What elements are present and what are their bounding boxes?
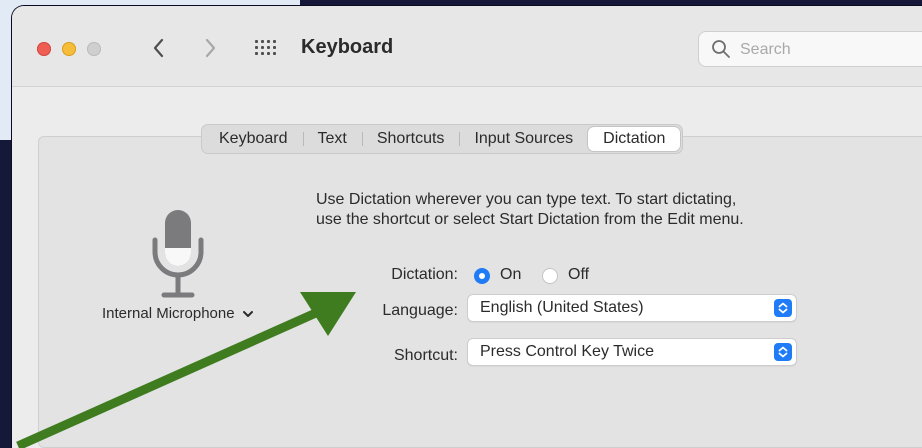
shortcut-value: Press Control Key Twice [480, 343, 654, 360]
minimize-button[interactable] [62, 42, 76, 56]
popup-stepper-icon [774, 299, 792, 317]
dictation-label: Dictation: [391, 266, 458, 283]
shortcut-popup[interactable]: Press Control Key Twice [467, 338, 797, 366]
tab-keyboard[interactable]: Keyboard [204, 127, 303, 151]
dictation-description: Use Dictation wherever you can type text… [316, 190, 876, 230]
dictation-off-radio[interactable] [542, 268, 558, 284]
popup-stepper-icon [774, 343, 792, 361]
shortcut-label: Shortcut: [393, 347, 458, 364]
chevron-left-icon [153, 38, 164, 58]
search-field[interactable]: Search [698, 31, 922, 67]
forward-button[interactable] [199, 34, 221, 62]
dictation-on-radio[interactable] [474, 268, 490, 284]
microphone-source-popup[interactable]: Internal Microphone [102, 305, 254, 322]
search-placeholder: Search [740, 41, 791, 58]
language-value: English (United States) [480, 299, 644, 316]
close-button[interactable] [37, 42, 51, 56]
description-line-2: use the shortcut or select Start Dictati… [316, 211, 744, 228]
microphone-source-label: Internal Microphone [102, 305, 235, 322]
language-popup[interactable]: English (United States) [467, 294, 797, 322]
titlebar: Keyboard Search [12, 6, 922, 87]
chevron-down-icon [242, 311, 253, 318]
window-title: Keyboard [301, 36, 394, 58]
tab-input-sources[interactable]: Input Sources [459, 127, 588, 151]
tab-bar: Keyboard Text Shortcuts Input Sources Di… [201, 124, 684, 154]
microphone-icon [152, 210, 204, 298]
dictation-on-label[interactable]: On [500, 266, 521, 284]
language-label: Language: [382, 302, 458, 319]
dictation-off-label[interactable]: Off [568, 266, 589, 284]
show-all-grid-icon[interactable] [255, 40, 277, 56]
tab-shortcuts[interactable]: Shortcuts [361, 127, 460, 151]
description-line-1: Use Dictation wherever you can type text… [316, 191, 737, 208]
search-icon [712, 40, 730, 58]
back-button[interactable] [148, 34, 170, 62]
zoom-button[interactable] [87, 42, 101, 56]
tab-dictation[interactable]: Dictation [588, 127, 681, 151]
chevron-right-icon [205, 38, 216, 58]
tab-text[interactable]: Text [302, 127, 362, 151]
system-preferences-window: Keyboard Search Keyboard Text Shortcuts … [12, 6, 922, 448]
